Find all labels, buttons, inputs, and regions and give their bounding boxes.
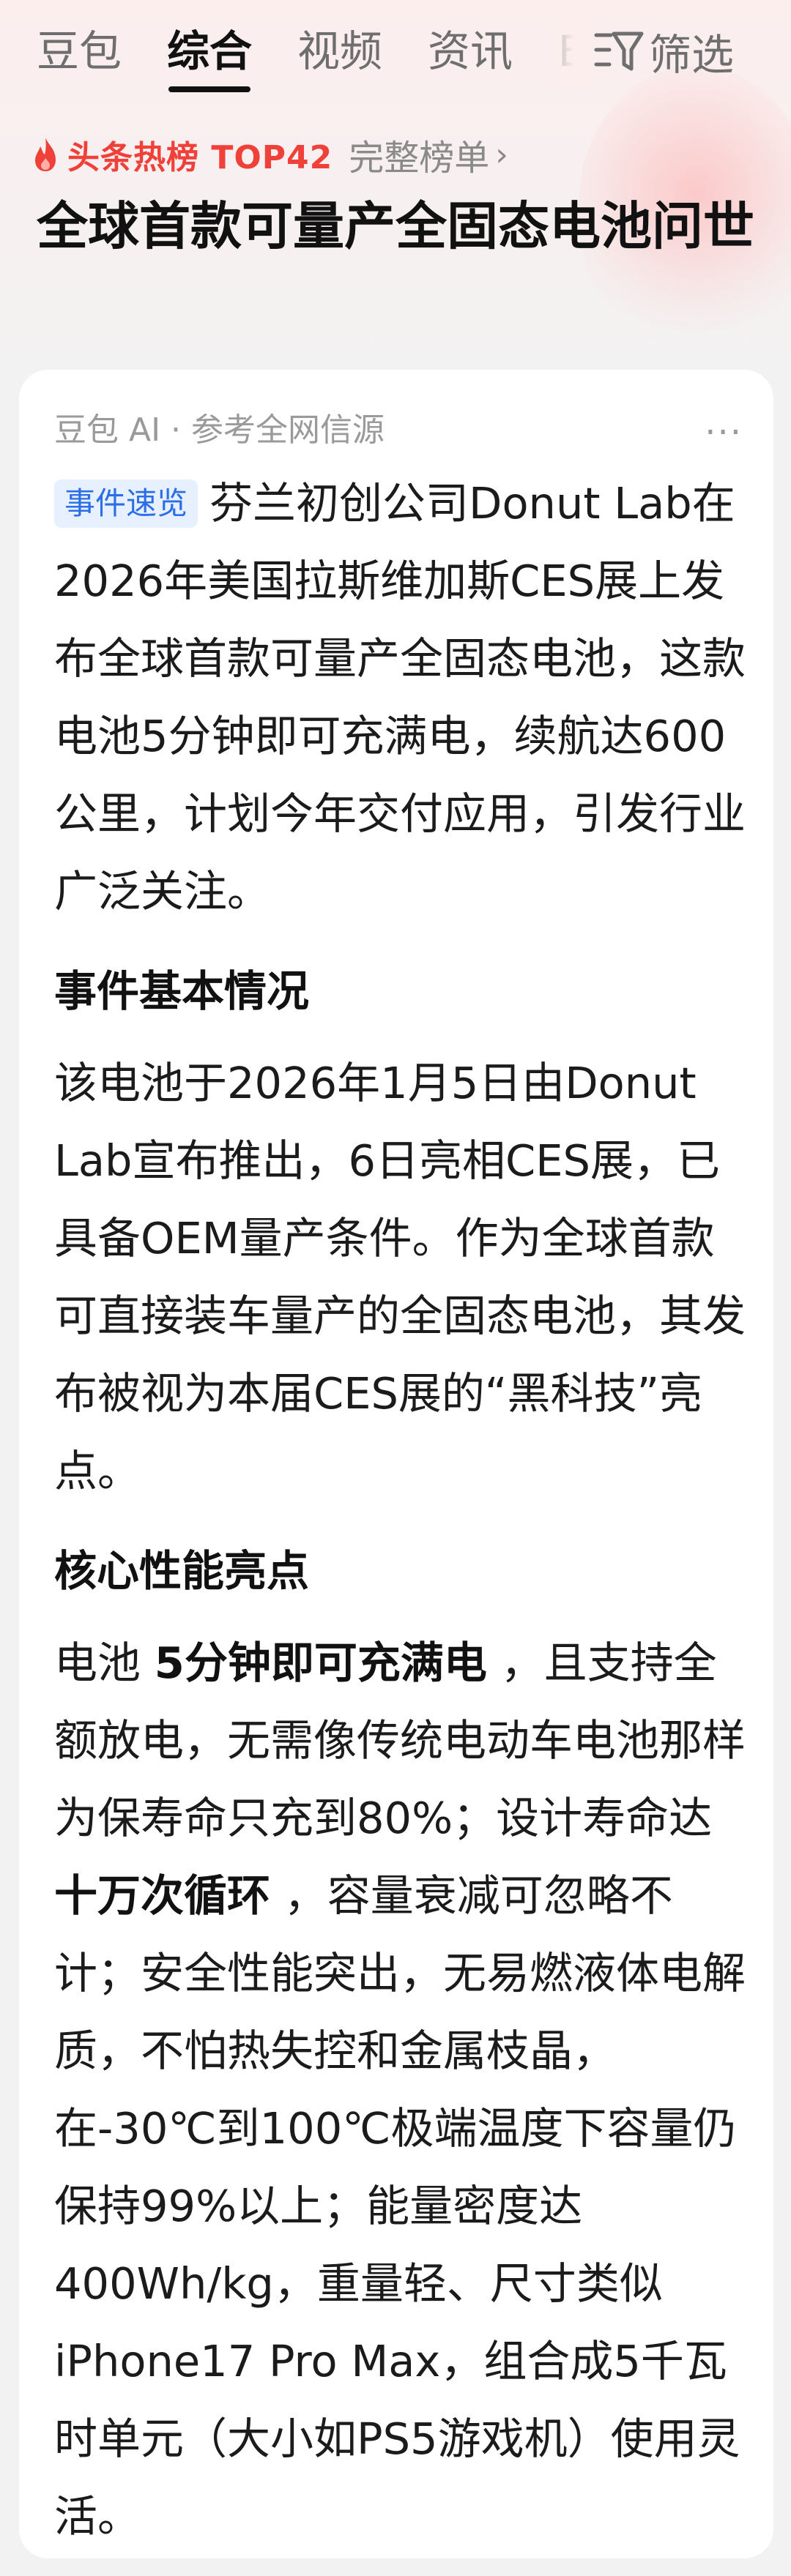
summary-text: 芬兰初创公司Donut Lab在2026年美国拉斯维加斯CES展上发布全球首款可… [54,478,746,916]
fire-icon [35,138,56,171]
performance-text-1: 电池 [54,1638,155,1688]
event-overview-badge: 事件速览 [54,479,198,528]
page-title: 全球首款可量产全固态电池问世 [37,196,754,256]
tab-news[interactable]: 资讯 [428,22,513,81]
active-tab-indicator [168,86,250,92]
ai-summary-card: 豆包 AI · 参考全网信源 ··· 事件速览 芬兰初创公司Donut Lab在2… [19,370,773,2558]
hot-list-row[interactable]: 头条热榜 TOP42 完整榜单 › [32,129,508,180]
performance-highlight-charge: 5分钟即可充满电 [154,1638,487,1688]
search-tab-bar: 豆包 综合 视频 资讯 E 筛选 [0,0,791,102]
filter-label: 筛选 [649,30,735,80]
card-content: 事件速览 芬兰初创公司Donut Lab在2026年美国拉斯维加斯CES展上发布全… [54,465,746,2576]
section-title-performance: 核心性能亮点 [54,1546,310,1596]
section-basic-info-body: 该电池于2026年1月5日由Donut Lab宣布推出，6日亮相CES展，已具备… [54,1058,746,1496]
filter-icon [594,31,644,71]
filter-button[interactable]: 筛选 [593,22,784,81]
performance-highlight-cycles: 十万次循环 [54,1870,271,1921]
card-source: 豆包 AI · 参考全网信源 [54,411,385,449]
tab-doubao[interactable]: 豆包 [37,22,122,81]
full-list-link[interactable]: 完整榜单 [349,129,489,180]
section-performance-body: 电池 5分钟即可充满电 ，且支持全额放电，无需像传统电动车电池那样为保寿命只充到… [54,1624,746,2556]
tab-comprehensive[interactable]: 综合 [167,22,252,81]
tab-fade-mask [527,15,593,88]
more-options-icon[interactable]: ··· [705,412,743,453]
card-source-row: 豆包 AI · 参考全网信源 ··· [54,397,743,456]
tab-video[interactable]: 视频 [297,22,382,81]
section-title-basic-info: 事件基本情况 [54,966,310,1016]
hot-list-rank: 头条热榜 TOP42 [67,139,333,176]
summary-paragraph: 事件速览 芬兰初创公司Donut Lab在2026年美国拉斯维加斯CES展上发布全… [54,465,746,930]
performance-text-3: ，容量衰减可忽略不计；安全性能突出，无易燃液体电解质，不怕热失控和金属枝晶，在-… [54,1870,746,2542]
chevron-right-icon: › [495,135,508,173]
